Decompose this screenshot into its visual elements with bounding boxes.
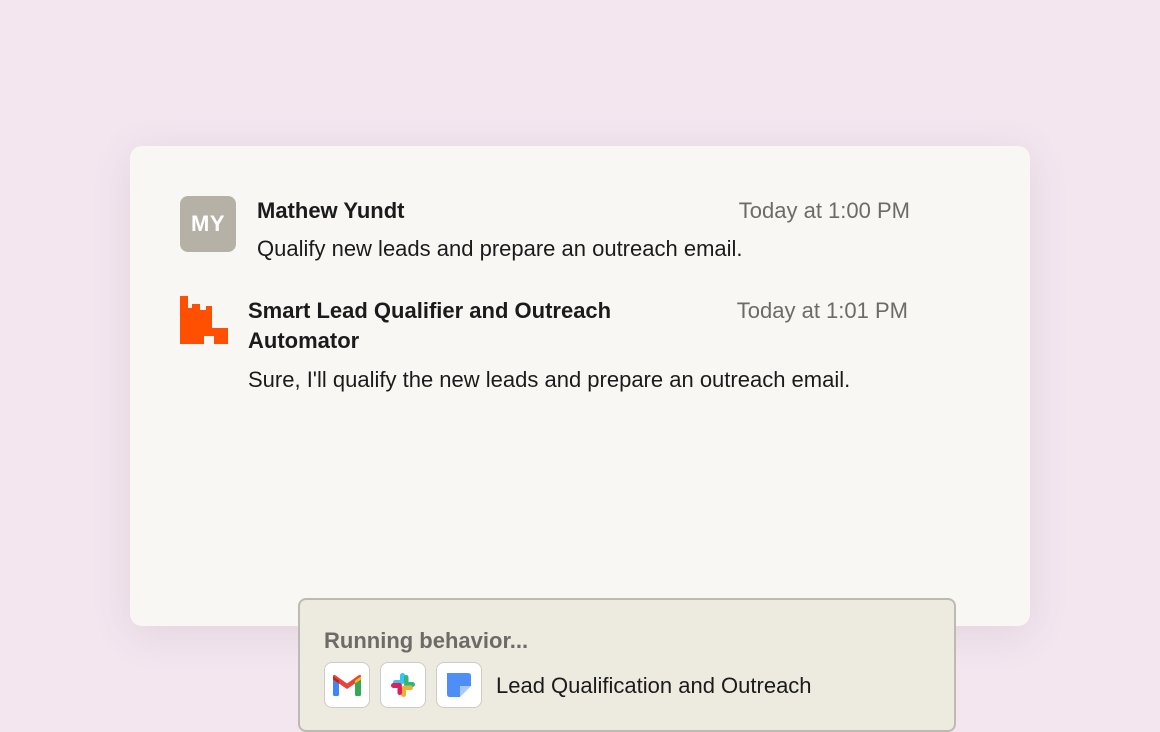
- user-message-text: Qualify new leads and prepare an outreac…: [257, 236, 743, 261]
- behavior-status: Running behavior...: [324, 628, 529, 653]
- docs-icon: [436, 662, 482, 708]
- gmail-icon: [324, 662, 370, 708]
- user-avatar: MY: [180, 196, 236, 252]
- chat-card: MY Mathew Yundt Today at 1:00 PM Qualify…: [130, 146, 1030, 732]
- running-behavior-panel[interactable]: Running behavior... Lead Qualification a…: [298, 598, 956, 732]
- behavior-name: Lead Qualification and Outreach: [496, 673, 812, 698]
- bot-message-time: Today at 1:01 PM: [736, 298, 908, 323]
- user-message-time: Today at 1:00 PM: [738, 198, 910, 223]
- bot-name: Smart Lead Qualifier and Outreach Automa…: [248, 298, 612, 353]
- slack-icon: [380, 662, 426, 708]
- user-name: Mathew Yundt: [257, 198, 405, 223]
- zapier-agent-icon: [180, 296, 228, 344]
- bot-message-text: Sure, I'll qualify the new leads and pre…: [248, 367, 851, 392]
